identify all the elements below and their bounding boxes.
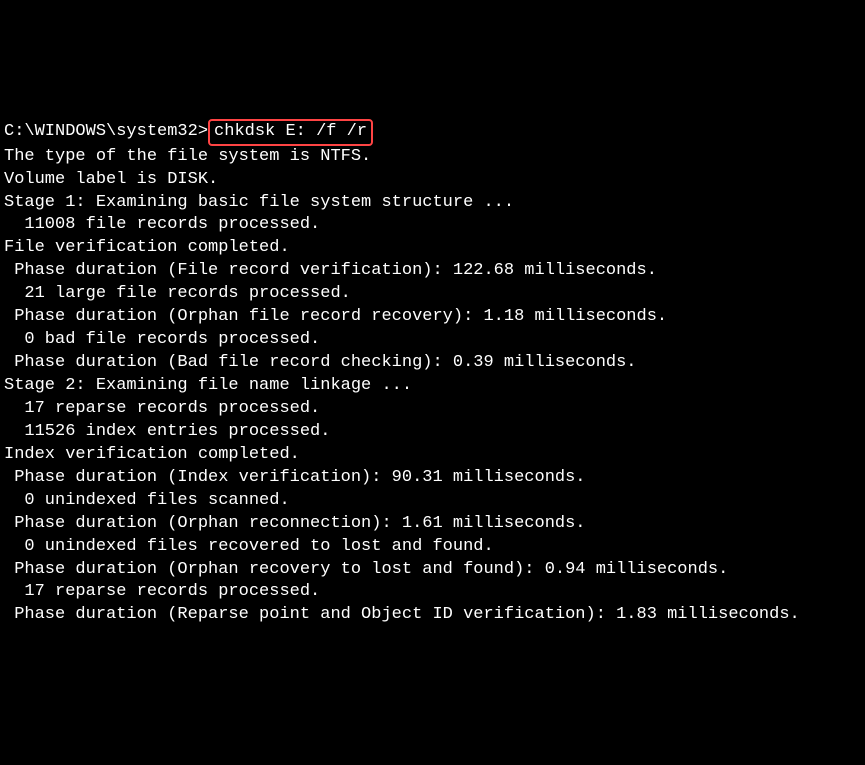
command-highlight: chkdsk E: /f /r — [208, 119, 373, 146]
output-line: Stage 2: Examining file name linkage ... — [4, 375, 861, 398]
output-line: Phase duration (Reparse point and Object… — [4, 604, 861, 627]
output-line: 11526 index entries processed. — [4, 421, 861, 444]
output-line: Stage 1: Examining basic file system str… — [4, 192, 861, 215]
prompt-path: C:\WINDOWS\system32> — [4, 122, 208, 141]
output-line: 17 reparse records processed. — [4, 581, 861, 604]
output-line: File verification completed. — [4, 237, 861, 260]
output-line: The type of the file system is NTFS. — [4, 146, 861, 169]
output-line: Volume label is DISK. — [4, 169, 861, 192]
output-line: Phase duration (Orphan reconnection): 1.… — [4, 513, 861, 536]
output-line: Phase duration (Bad file record checking… — [4, 352, 861, 375]
output-line: Phase duration (Orphan file record recov… — [4, 306, 861, 329]
output-line: 21 large file records processed. — [4, 283, 861, 306]
output-line: 11008 file records processed. — [4, 214, 861, 237]
terminal-output: C:\WINDOWS\system32> chkdsk E: /f /r The t… — [4, 96, 861, 651]
output-line: Phase duration (Index verification): 90.… — [4, 467, 861, 490]
output-line: Index verification completed. — [4, 444, 861, 467]
output-line: Phase duration (File record verification… — [4, 260, 861, 283]
output-line: Phase duration (Orphan recovery to lost … — [4, 559, 861, 582]
command-text: chkdsk E: /f /r — [214, 122, 367, 141]
output-line: 17 reparse records processed. — [4, 398, 861, 421]
command-prompt-line: C:\WINDOWS\system32> chkdsk E: /f /r — [4, 119, 861, 146]
output-line: 0 bad file records processed. — [4, 329, 861, 352]
output-line: 0 unindexed files scanned. — [4, 490, 861, 513]
output-line: 0 unindexed files recovered to lost and … — [4, 536, 861, 559]
